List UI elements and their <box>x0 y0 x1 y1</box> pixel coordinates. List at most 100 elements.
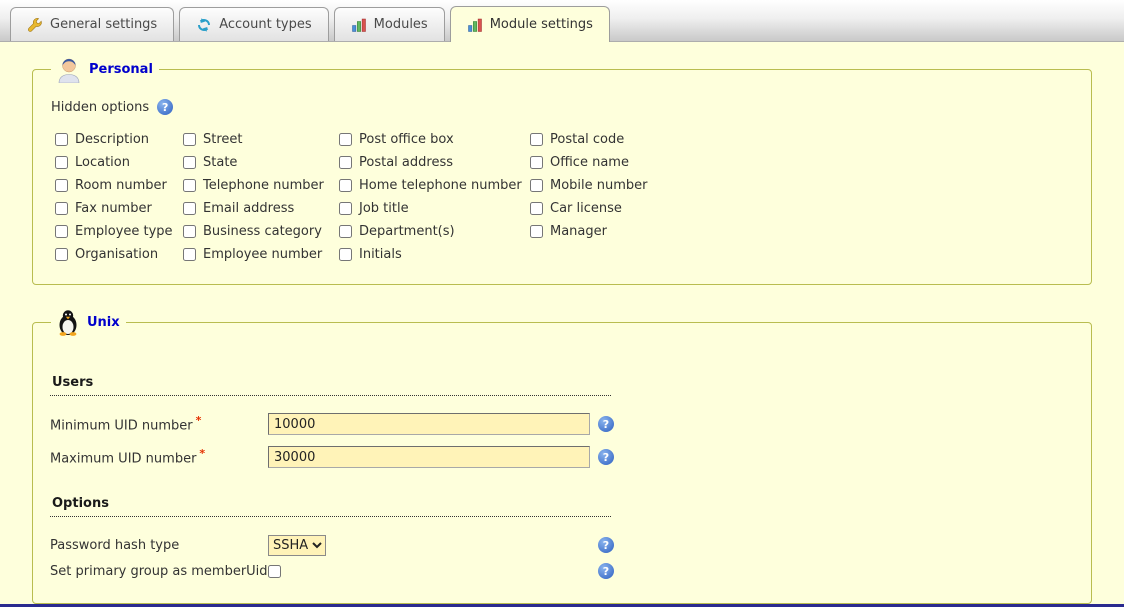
hidden-option-checkbox[interactable] <box>530 156 543 169</box>
hidden-option-checkbox[interactable] <box>55 225 68 238</box>
hidden-option[interactable]: Street <box>183 128 339 151</box>
hidden-option-label: Organisation <box>75 247 158 262</box>
hidden-option[interactable]: Department(s) <box>339 220 530 243</box>
help-icon[interactable]: ? <box>598 416 614 432</box>
checkbox-column: Street State Telephone number Email addr… <box>183 128 339 266</box>
hidden-option[interactable]: Car license <box>530 197 648 220</box>
hidden-option-checkbox[interactable] <box>55 156 68 169</box>
help-icon[interactable]: ? <box>598 537 614 553</box>
checkbox-column: Description Location Room number Fax num… <box>55 128 183 266</box>
hidden-option-checkbox[interactable] <box>530 179 543 192</box>
hidden-option[interactable]: Post office box <box>339 128 530 151</box>
hidden-option-label: Department(s) <box>359 224 455 239</box>
hidden-option[interactable]: Location <box>55 151 183 174</box>
hidden-option[interactable]: Employee number <box>183 243 339 266</box>
hidden-option-checkbox[interactable] <box>183 133 196 146</box>
hidden-option-checkbox[interactable] <box>339 179 352 192</box>
tux-penguin-icon <box>57 309 79 336</box>
max-uid-input[interactable] <box>268 446 590 468</box>
hidden-option[interactable]: Initials <box>339 243 530 266</box>
help-icon[interactable]: ? <box>598 449 614 465</box>
tab-module-settings[interactable]: Module settings <box>450 6 610 42</box>
hidden-option-checkbox[interactable] <box>530 202 543 215</box>
hidden-option[interactable]: Telephone number <box>183 174 339 197</box>
hidden-option-label: Postal address <box>359 155 453 170</box>
tab-label: Modules <box>374 17 428 32</box>
checkbox-column: Post office box Postal address Home tele… <box>339 128 530 266</box>
tab-modules[interactable]: Modules <box>334 7 445 41</box>
hidden-option[interactable]: Home telephone number <box>339 174 530 197</box>
field-control <box>268 565 598 578</box>
hidden-option-label: Manager <box>550 224 607 239</box>
hidden-option-checkbox[interactable] <box>183 202 196 215</box>
module-settings-page: Personal Hidden options ? Description Lo… <box>0 42 1124 607</box>
hidden-option-label: Business category <box>203 224 322 239</box>
chart-icon <box>467 17 483 33</box>
hidden-option-checkbox[interactable] <box>55 179 68 192</box>
field-label-text: Minimum UID number <box>50 419 193 434</box>
hidden-option-label: Street <box>203 132 243 147</box>
hidden-option-checkbox[interactable] <box>339 156 352 169</box>
hidden-option[interactable]: Room number <box>55 174 183 197</box>
hidden-option-checkbox[interactable] <box>339 248 352 261</box>
password-hash-label: Password hash type <box>50 538 268 553</box>
member-uid-label: Set primary group as memberUid <box>50 564 268 579</box>
hidden-option[interactable]: Office name <box>530 151 648 174</box>
hidden-option-label: Job title <box>359 201 409 216</box>
person-icon <box>57 56 81 83</box>
required-asterisk: * <box>199 447 205 460</box>
hidden-option[interactable]: Description <box>55 128 183 151</box>
hidden-option-label: Home telephone number <box>359 178 522 193</box>
hidden-option[interactable]: Fax number <box>55 197 183 220</box>
hidden-option-checkbox[interactable] <box>55 202 68 215</box>
sync-icon <box>196 17 212 33</box>
hidden-option-checkbox[interactable] <box>339 202 352 215</box>
tab-label: Module settings <box>490 17 593 32</box>
hidden-option[interactable]: Email address <box>183 197 339 220</box>
hidden-option-checkbox[interactable] <box>55 133 68 146</box>
hidden-option-checkbox[interactable] <box>183 179 196 192</box>
unix-legend: Unix <box>51 309 126 336</box>
field-control <box>268 446 598 468</box>
member-uid-checkbox[interactable] <box>268 565 281 578</box>
hidden-option-label: Post office box <box>359 132 454 147</box>
hidden-option-checkbox[interactable] <box>55 248 68 261</box>
hidden-option-checkbox[interactable] <box>183 156 196 169</box>
min-uid-row: Minimum UID number* ? <box>50 412 1075 436</box>
hidden-option[interactable]: Job title <box>339 197 530 220</box>
hidden-options-row: Hidden options ? <box>51 99 1075 115</box>
hidden-option-checkbox[interactable] <box>183 248 196 261</box>
hidden-option-checkbox[interactable] <box>183 225 196 238</box>
hidden-option-label: Employee number <box>203 247 322 262</box>
tab-general-settings[interactable]: General settings <box>10 7 174 41</box>
wrench-icon <box>27 17 43 33</box>
hidden-option[interactable]: Postal code <box>530 128 648 151</box>
help-icon[interactable]: ? <box>598 563 614 579</box>
hidden-option-label: Postal code <box>550 132 624 147</box>
help-icon[interactable]: ? <box>157 99 173 115</box>
field-label-text: Maximum UID number <box>50 452 196 467</box>
tab-account-types[interactable]: Account types <box>179 7 328 41</box>
unix-fieldset: Unix Users Minimum UID number* ? Maximum… <box>32 309 1092 604</box>
hidden-options-label: Hidden options <box>51 100 149 115</box>
hidden-option-checkbox[interactable] <box>339 133 352 146</box>
hidden-option-label: Email address <box>203 201 294 216</box>
hidden-option-label: Mobile number <box>550 178 648 193</box>
hidden-option[interactable]: State <box>183 151 339 174</box>
password-hash-select[interactable]: SSHA <box>268 535 326 556</box>
hidden-option[interactable]: Employee type <box>55 220 183 243</box>
hidden-option-checkbox[interactable] <box>339 225 352 238</box>
hidden-option-checkbox[interactable] <box>530 133 543 146</box>
hidden-option-label: Fax number <box>75 201 152 216</box>
min-uid-label: Minimum UID number* <box>50 414 268 433</box>
hidden-option[interactable]: Postal address <box>339 151 530 174</box>
hidden-option[interactable]: Mobile number <box>530 174 648 197</box>
hidden-option-checkbox[interactable] <box>530 225 543 238</box>
hidden-option-label: Office name <box>550 155 629 170</box>
min-uid-input[interactable] <box>268 413 590 435</box>
users-section-header: Users <box>50 372 611 396</box>
hidden-option[interactable]: Manager <box>530 220 648 243</box>
hidden-option[interactable]: Business category <box>183 220 339 243</box>
hidden-option[interactable]: Organisation <box>55 243 183 266</box>
field-control: SSHA <box>268 535 598 556</box>
